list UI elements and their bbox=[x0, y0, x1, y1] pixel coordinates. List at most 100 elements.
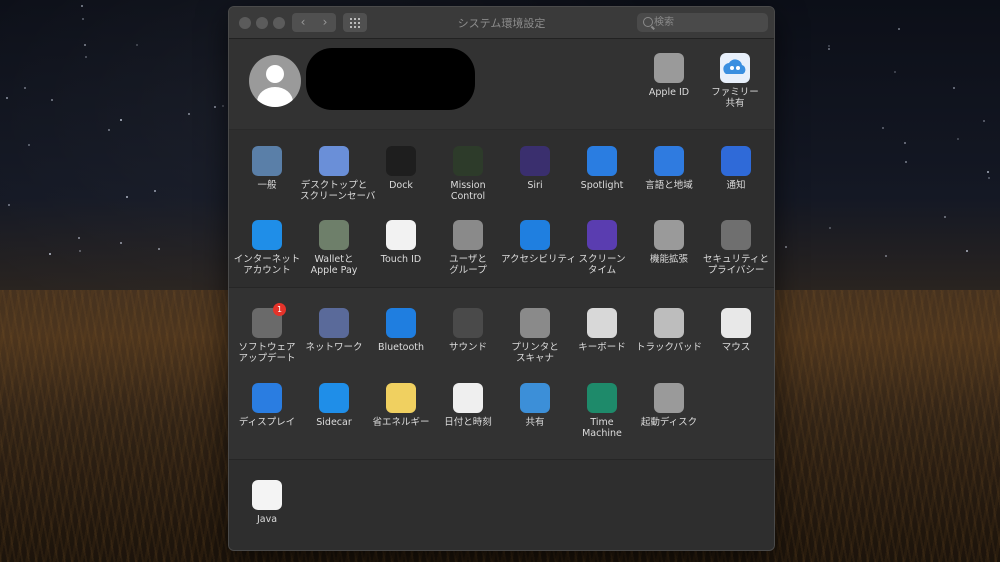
pref-update[interactable]: 1 ソフトウェア アップデート bbox=[233, 303, 301, 364]
pref-label: アカウント bbox=[243, 265, 291, 276]
pref-label: トラックパッド bbox=[635, 342, 703, 353]
pref-sidecar[interactable]: Sidecar bbox=[300, 383, 368, 428]
star bbox=[108, 129, 110, 131]
pref-desktop[interactable]: デスクトップと スクリーンセーバ bbox=[300, 146, 376, 202]
pref-label: タイム bbox=[587, 265, 617, 276]
extensions-icon bbox=[654, 220, 684, 250]
pref-apple-id[interactable]: Apple ID bbox=[635, 53, 703, 98]
star bbox=[944, 216, 946, 218]
sharing-icon bbox=[520, 383, 550, 413]
star bbox=[6, 97, 8, 99]
pref-label: ディスプレイ bbox=[238, 417, 296, 428]
star bbox=[829, 227, 831, 229]
startup-disk-icon bbox=[654, 383, 684, 413]
pref-spotlight[interactable]: Spotlight bbox=[568, 146, 636, 191]
star bbox=[126, 196, 128, 198]
pref-displays[interactable]: ディスプレイ bbox=[233, 383, 301, 428]
pref-label: ユーザと bbox=[449, 254, 487, 265]
pref-label: 起動ディスク bbox=[640, 417, 698, 428]
pref-label-line1: ファミリー bbox=[711, 87, 759, 98]
pref-label: Sidecar bbox=[316, 417, 352, 428]
star bbox=[785, 246, 787, 248]
pref-internet[interactable]: インターネット アカウント bbox=[233, 220, 301, 276]
pref-label: 共有 bbox=[525, 417, 545, 428]
star bbox=[28, 144, 30, 146]
star bbox=[82, 18, 84, 20]
pref-label: Time bbox=[590, 417, 614, 428]
pref-label: 一般 bbox=[257, 180, 277, 191]
pref-trackpad[interactable]: トラックパッド bbox=[635, 308, 703, 353]
star bbox=[78, 237, 80, 239]
displays-icon bbox=[252, 383, 282, 413]
star bbox=[51, 99, 53, 101]
internet-accounts-icon bbox=[252, 220, 282, 250]
pref-mission[interactable]: Mission Control bbox=[434, 146, 502, 202]
star bbox=[84, 44, 86, 46]
pref-label: グループ bbox=[449, 265, 487, 276]
trackpad-icon bbox=[654, 308, 684, 338]
energy-saver-icon bbox=[386, 383, 416, 413]
star bbox=[188, 113, 190, 115]
pref-printers[interactable]: プリンタと スキャナ bbox=[501, 308, 569, 364]
pref-touchid[interactable]: Touch ID bbox=[367, 220, 435, 265]
pref-family-sharing[interactable]: ファミリー 共有 bbox=[701, 53, 769, 109]
pref-label: Walletと bbox=[314, 254, 354, 265]
pref-sharing[interactable]: 共有 bbox=[501, 383, 569, 428]
sidecar-icon bbox=[319, 383, 349, 413]
pref-language[interactable]: 言語と地域 bbox=[635, 146, 703, 191]
pref-label: Java bbox=[256, 514, 278, 525]
pref-energy[interactable]: 省エネルギー bbox=[367, 383, 435, 428]
pref-label: Siri bbox=[527, 180, 543, 191]
pref-siri[interactable]: Siri bbox=[501, 146, 569, 191]
pref-label: スクリーンセーバ bbox=[300, 191, 376, 202]
pref-wallet[interactable]: Walletと Apple Pay bbox=[300, 220, 368, 276]
star bbox=[120, 119, 122, 121]
pref-sound[interactable]: サウンド bbox=[434, 308, 502, 353]
pref-screentime[interactable]: スクリーン タイム bbox=[568, 220, 636, 276]
hardware-prefs-section: 1 ソフトウェア アップデート ネットワーク Bluetooth サウンド プリンタと スキャ… bbox=[229, 288, 774, 460]
pref-label: Bluetooth bbox=[377, 342, 425, 353]
star bbox=[214, 106, 216, 108]
star bbox=[49, 253, 51, 255]
pref-notifications[interactable]: 通知 bbox=[702, 146, 770, 191]
screen-time-icon bbox=[587, 220, 617, 250]
pref-network[interactable]: ネットワーク bbox=[300, 308, 368, 353]
update-count-badge: 1 bbox=[273, 303, 286, 316]
star bbox=[966, 250, 968, 252]
star bbox=[828, 45, 830, 47]
pref-label: ソフトウェア bbox=[238, 342, 296, 353]
pref-general[interactable]: 一般 bbox=[233, 146, 301, 191]
user-avatar[interactable] bbox=[249, 55, 301, 107]
sound-icon bbox=[453, 308, 483, 338]
pref-datetime[interactable]: 日付と時刻 bbox=[434, 383, 502, 428]
pref-label: Control bbox=[450, 191, 486, 202]
pref-keyboard[interactable]: キーボード bbox=[568, 308, 636, 353]
family-sharing-icon bbox=[720, 53, 750, 83]
pref-label-line2: 共有 bbox=[725, 98, 745, 109]
search-icon bbox=[643, 17, 653, 27]
pref-label: Machine bbox=[582, 428, 622, 439]
search-input[interactable]: 検索 bbox=[637, 13, 768, 32]
pref-security[interactable]: セキュリティと プライバシー bbox=[702, 220, 770, 276]
star bbox=[154, 190, 156, 192]
pref-label: Apple ID bbox=[648, 87, 690, 98]
pref-label: セキュリティと bbox=[703, 254, 769, 265]
pref-label: Spotlight bbox=[580, 180, 624, 191]
pref-accessibility[interactable]: アクセシビリティ bbox=[501, 220, 576, 265]
keyboard-icon bbox=[587, 308, 617, 338]
pref-users[interactable]: ユーザと グループ bbox=[434, 220, 502, 276]
pref-startup[interactable]: 起動ディスク bbox=[635, 383, 703, 428]
pref-timemachine[interactable]: Time Machine bbox=[568, 383, 636, 439]
star bbox=[904, 142, 906, 144]
star bbox=[953, 87, 955, 89]
pref-extensions[interactable]: 機能拡張 bbox=[635, 220, 703, 265]
mission-control-icon bbox=[453, 146, 483, 176]
pref-label: Mission bbox=[450, 180, 486, 191]
users-groups-icon bbox=[453, 220, 483, 250]
pref-dock[interactable]: Dock bbox=[367, 146, 435, 191]
pref-java[interactable]: Java bbox=[233, 480, 301, 525]
star bbox=[828, 48, 830, 50]
star bbox=[885, 255, 887, 257]
pref-mouse[interactable]: マウス bbox=[702, 308, 770, 353]
pref-bluetooth[interactable]: Bluetooth bbox=[367, 308, 435, 353]
